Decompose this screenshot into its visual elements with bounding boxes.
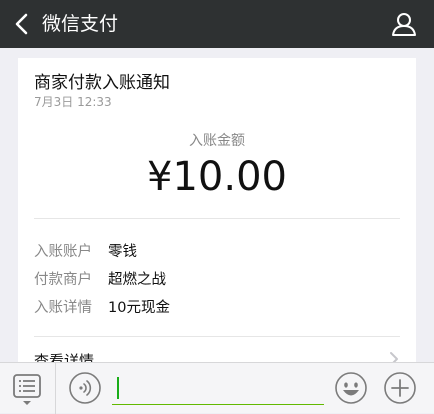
amount-value: ¥10.00 (147, 154, 287, 200)
text-cursor (117, 377, 119, 399)
divider (34, 336, 400, 337)
message-toolbar (0, 362, 434, 414)
plus-icon[interactable] (383, 371, 417, 405)
list-menu-icon[interactable] (12, 371, 42, 407)
detail-value: 超燃之战 (108, 272, 166, 288)
notification-time: 7月3日 12:33 (34, 95, 112, 109)
detail-row-details: 入账详情 10元现金 (34, 296, 170, 317)
chevron-left-icon[interactable] (8, 10, 36, 38)
page-title: 微信支付 (42, 13, 119, 35)
detail-value: 10元现金 (108, 300, 170, 316)
payment-notification-card[interactable]: 商家付款入账通知 7月3日 12:33 入账金额 ¥10.00 入账账户 零钱 付… (18, 58, 416, 378)
person-icon[interactable] (390, 10, 418, 38)
detail-row-merchant: 付款商户 超燃之战 (34, 268, 166, 289)
emoji-icon[interactable] (334, 371, 368, 405)
detail-label: 入账账户 (34, 244, 92, 260)
message-input[interactable] (112, 373, 324, 405)
toolbar-separator (55, 363, 56, 414)
divider (34, 218, 400, 219)
notification-title: 商家付款入账通知 (34, 73, 170, 93)
detail-label: 入账详情 (34, 300, 92, 316)
amount-label: 入账金额 (189, 133, 245, 149)
voice-icon[interactable] (68, 371, 102, 405)
top-nav-bar: 微信支付 (0, 0, 434, 48)
detail-row-account: 入账账户 零钱 (34, 240, 137, 261)
detail-label: 付款商户 (34, 272, 92, 288)
detail-value: 零钱 (108, 244, 137, 260)
